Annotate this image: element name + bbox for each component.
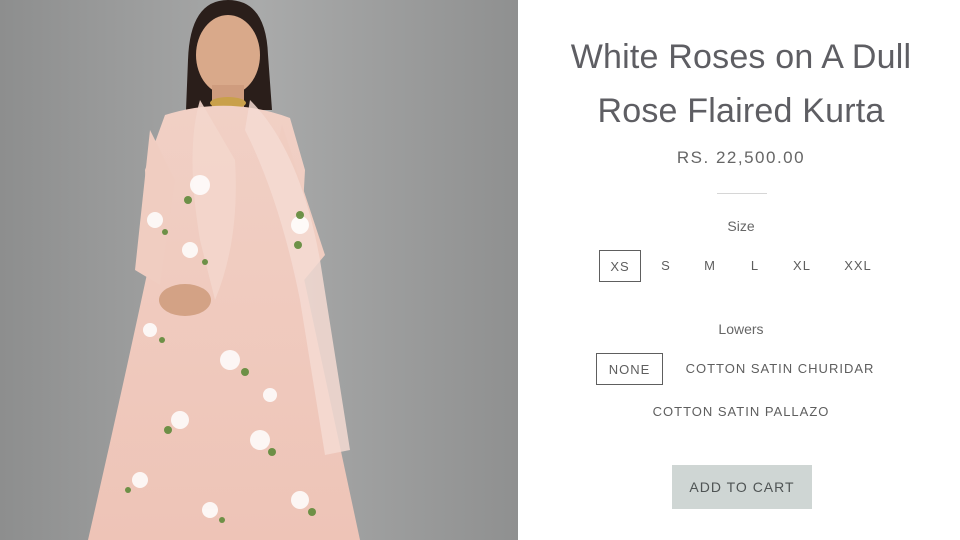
product-photo-illustration	[0, 0, 518, 540]
size-option-m[interactable]: M	[699, 250, 721, 282]
lowers-label: Lowers	[718, 321, 764, 337]
size-option-xxl[interactable]: XXL	[839, 250, 877, 282]
lowers-option-cotton-satin-churidar[interactable]: COTTON SATIN CHURIDAR	[678, 353, 882, 385]
divider	[717, 193, 767, 194]
product-title-line-2: Rose Flaired Kurta	[597, 92, 885, 130]
size-option-l[interactable]: L	[744, 250, 766, 282]
size-option-xs[interactable]: XS	[599, 250, 641, 282]
lowers-option-cotton-satin-pallazo[interactable]: COTTON SATIN PALLAZO	[646, 396, 836, 428]
product-image[interactable]	[0, 0, 518, 540]
size-option-s[interactable]: S	[655, 250, 677, 282]
size-option-xl[interactable]: XL	[787, 250, 817, 282]
product-price: RS. 22,500.00	[676, 148, 806, 167]
add-to-cart-button[interactable]: ADD TO CART	[672, 465, 812, 509]
product-title-line-1: White Roses on A Dull	[570, 38, 912, 76]
product-info-panel: White Roses on A Dull Rose Flaired Kurta…	[518, 0, 960, 540]
size-label: Size	[727, 218, 755, 234]
lowers-option-none[interactable]: NONE	[596, 353, 663, 385]
product-title: White Roses on A Dull Rose Flaired Kurta	[518, 30, 960, 138]
